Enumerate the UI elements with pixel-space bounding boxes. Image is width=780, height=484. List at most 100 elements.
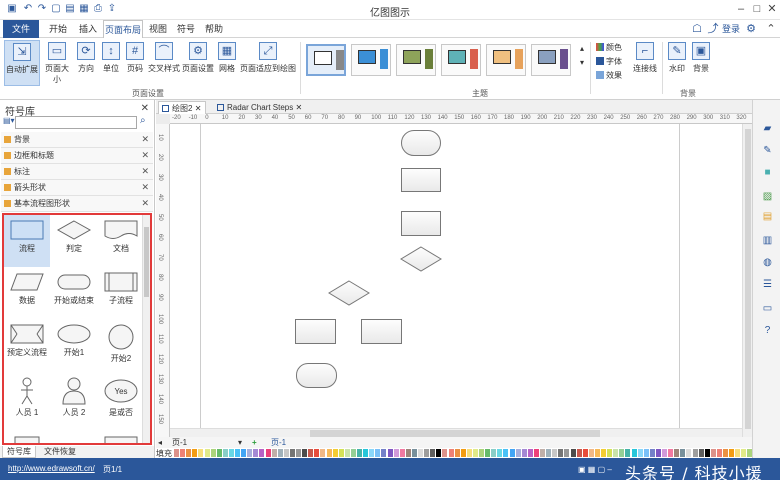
color-swatch[interactable] [552,449,558,457]
theme-5[interactable] [486,44,526,76]
library-search-input[interactable] [15,116,137,129]
tab-radar-chart-steps[interactable]: Radar Chart Steps ✕ [214,101,306,114]
category-arrows[interactable]: 箭头形状 ✕ [1,180,153,196]
flow-process-shape[interactable] [401,211,441,236]
theme-3[interactable] [396,44,436,76]
add-page-button[interactable]: + [252,437,257,448]
close-icon[interactable]: ✕ [195,104,202,113]
color-swatch[interactable] [180,449,186,457]
menu-home[interactable]: 开始 [44,20,72,38]
color-swatch[interactable] [655,449,661,457]
color-swatch[interactable] [692,449,698,457]
color-swatch[interactable] [381,449,387,457]
category-callouts[interactable]: 标注 ✕ [1,164,153,180]
shape-partial[interactable] [98,427,144,443]
color-swatch[interactable] [497,449,503,457]
color-swatch[interactable] [607,449,613,457]
theme-6[interactable] [531,44,571,76]
color-swatch[interactable] [430,449,436,457]
color-swatch[interactable] [314,449,320,457]
color-swatch[interactable] [680,449,686,457]
shape-person-2[interactable]: 人员 2 [51,373,97,425]
color-swatch[interactable] [594,449,600,457]
connector-button[interactable]: ⌐ 连接线 [630,40,660,86]
tab-file-recovery[interactable]: 文件恢复 [40,446,80,458]
help-icon[interactable]: ? [761,324,774,337]
effect-button[interactable]: 效果 [596,69,622,82]
library-options-icon[interactable]: ▤▾ [3,116,15,128]
color-swatch[interactable] [265,449,271,457]
flow-process-shape[interactable] [401,168,441,192]
color-swatch[interactable] [399,449,405,457]
color-swatch[interactable] [485,449,491,457]
color-swatch[interactable] [668,449,674,457]
close-icon[interactable]: ✕ [141,196,149,211]
color-swatch[interactable] [320,449,326,457]
color-swatch[interactable] [723,449,728,457]
layers-icon[interactable]: ▤ [761,210,774,223]
shape-process[interactable]: 流程 [4,215,50,267]
color-swatch[interactable] [241,449,247,457]
comment-icon[interactable]: ▭ [761,302,774,315]
color-swatch[interactable] [210,449,216,457]
color-swatch[interactable] [357,449,362,457]
scrollbar-thumb[interactable] [144,227,149,297]
flow-process-shape[interactable] [361,319,402,344]
color-swatch[interactable] [308,449,314,457]
color-swatch[interactable] [704,449,710,457]
search-icon[interactable]: ⌕ [140,115,146,126]
color-swatch[interactable] [198,449,204,457]
color-swatch[interactable] [326,449,332,457]
font-button[interactable]: 字体 [596,55,622,68]
menu-symbol[interactable]: 符号 [172,20,200,38]
cross-style-button[interactable]: ⌒ 交叉样式 [148,40,180,86]
color-swatch[interactable] [302,449,308,457]
globe-icon[interactable]: ◍ [761,256,774,269]
gear-icon[interactable]: ⚙ [744,22,758,36]
grid-button[interactable]: ▦ 网格 [216,40,238,86]
watermark-button[interactable]: ✎ 水印 [666,40,688,86]
orientation-button[interactable]: ⟳ 方向 [74,40,98,86]
color-swatch[interactable] [375,449,381,457]
color-swatch[interactable] [289,449,295,457]
theme-scroll-down-icon[interactable]: ▾ [580,56,584,69]
scrollbar-thumb[interactable] [310,430,600,437]
color-swatch[interactable] [515,449,521,457]
page-nav-icon[interactable]: ◂ [158,437,162,448]
color-swatch[interactable] [540,449,545,457]
flow-decision-shape[interactable] [328,280,370,306]
color-swatch[interactable] [570,449,576,457]
color-swatch[interactable] [735,449,741,457]
color-swatch[interactable] [247,449,253,457]
shape-predefined-process[interactable]: 预定义流程 [4,319,50,371]
close-icon[interactable]: ✕ [141,132,149,147]
menu-file[interactable]: 文件 [3,20,39,38]
collapse-ribbon-icon[interactable]: ⌃ [764,22,778,36]
color-swatch[interactable] [259,449,265,457]
color-swatch[interactable] [729,449,735,457]
color-swatch[interactable] [533,449,539,457]
color-swatch[interactable] [436,449,442,457]
theme-2[interactable] [351,44,391,76]
category-background[interactable]: 背景 ✕ [1,132,153,148]
shape-grid-scrollbar[interactable] [142,215,150,443]
page-size-button[interactable]: ▭ 页面大小 [42,40,72,86]
maximize-icon[interactable]: □ [750,2,764,16]
tab-drawing2[interactable]: 绘图2 ✕ [158,101,207,114]
drawing-canvas[interactable] [170,124,742,428]
color-swatch[interactable] [350,449,356,457]
color-swatch[interactable] [228,449,234,457]
page-setup-button[interactable]: ⚙ 页面设置 [182,40,214,86]
category-borders-titles[interactable]: 边框和标题 ✕ [1,148,153,164]
color-swatch[interactable] [186,449,192,457]
drawing-page[interactable] [200,124,680,428]
color-swatch[interactable] [503,449,509,457]
shape-terminator[interactable]: 开始或结束 [51,267,97,319]
color-swatch[interactable] [588,449,594,457]
color-swatch[interactable] [662,449,667,457]
menu-insert[interactable]: 插入 [74,20,102,38]
color-swatch[interactable] [472,449,478,457]
color-swatch[interactable] [491,449,497,457]
color-swatch[interactable] [576,449,582,457]
page-tab[interactable]: 页-1 [271,437,286,448]
